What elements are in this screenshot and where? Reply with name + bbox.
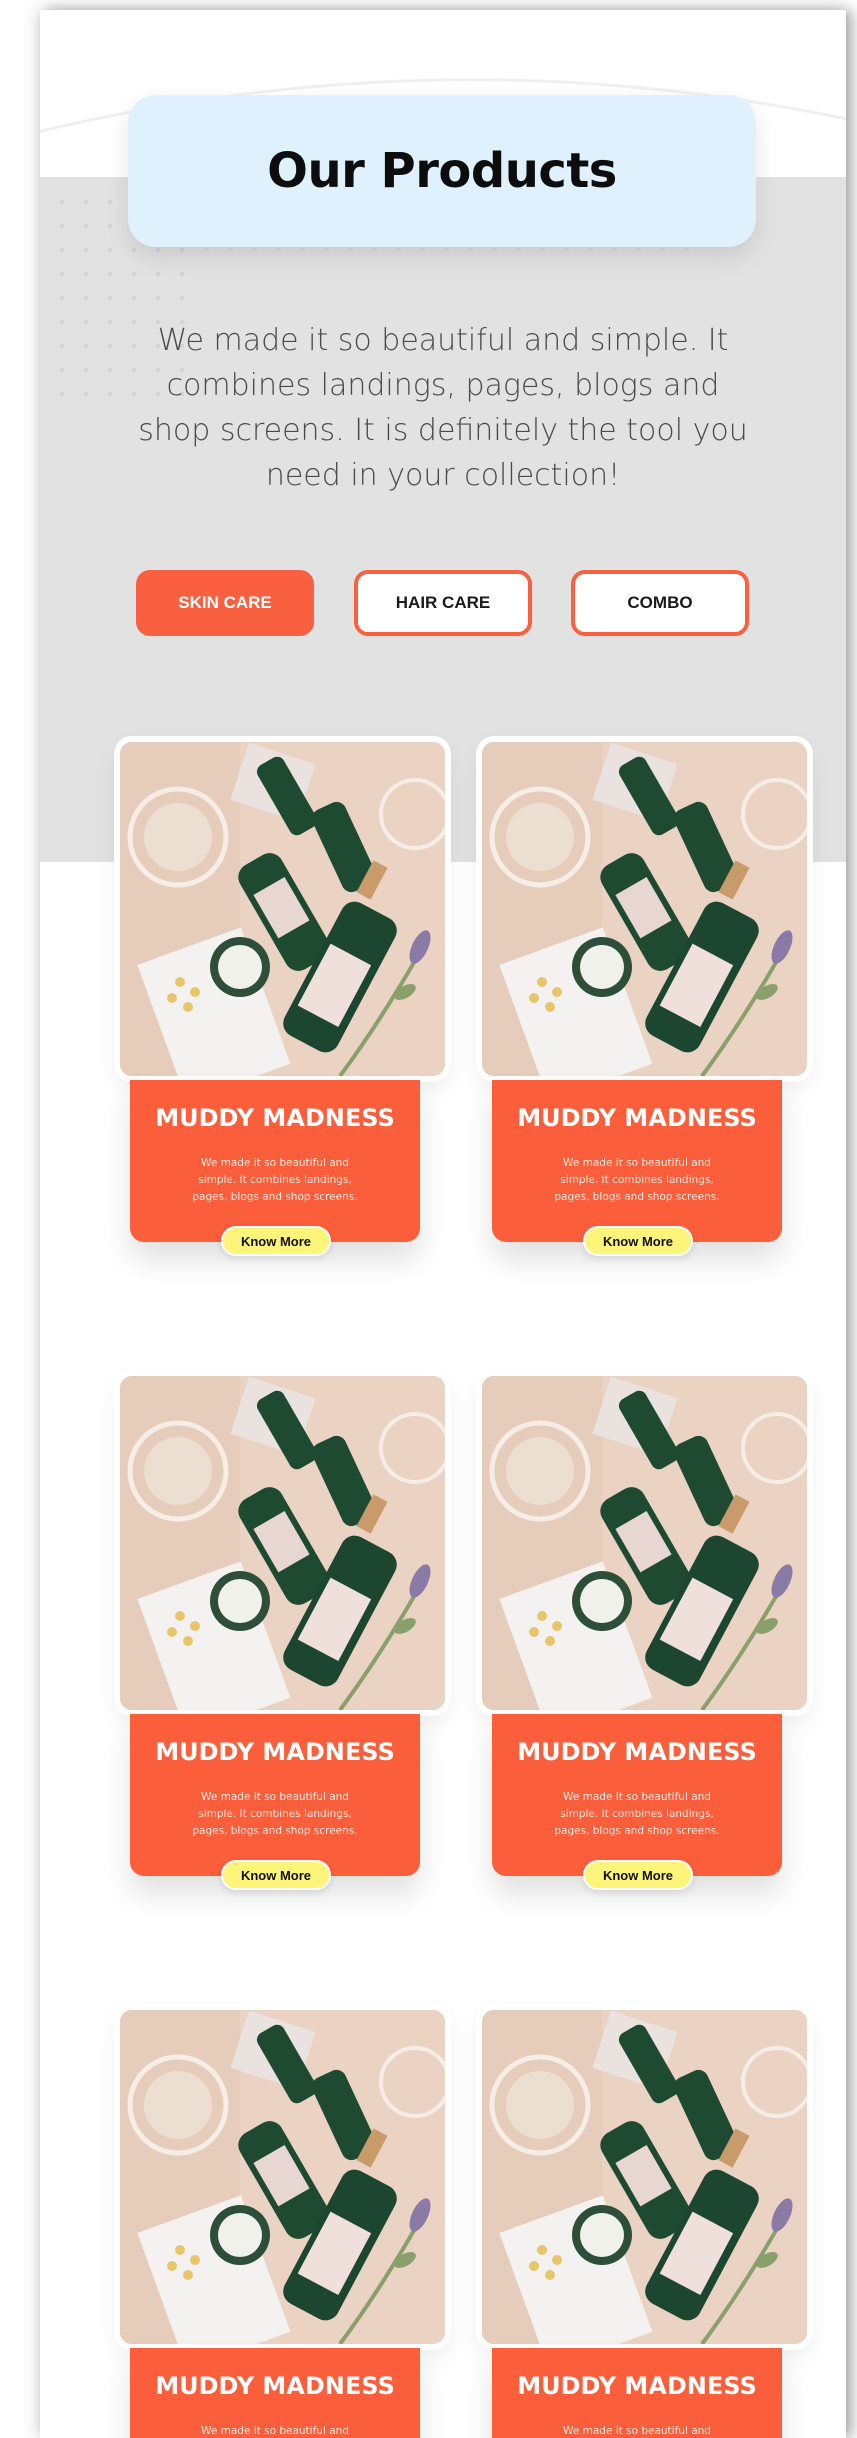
product-name: MUDDY MADNESS: [155, 2372, 395, 2400]
product-image: [120, 1376, 445, 1710]
product-info-panel: MUDDY MADNESS We made it so beautiful and…: [130, 2348, 420, 2438]
product-info-panel: MUDDY MADNESS We made it so beautiful and…: [492, 2348, 782, 2438]
know-more-button[interactable]: Know More: [221, 1226, 331, 1256]
product-card: MUDDY MADNESS We made it so beautiful and…: [482, 742, 807, 1262]
product-info-panel: MUDDY MADNESS We made it so beautiful and…: [130, 1714, 420, 1890]
product-description: We made it so beautiful and simple. It c…: [192, 1791, 358, 1837]
product-image: [120, 2010, 445, 2344]
product-info-panel: MUDDY MADNESS We made it so beautiful and…: [130, 1080, 420, 1256]
tab-combo[interactable]: COMBO: [571, 570, 749, 636]
product-description: We made it so beautiful and simple. It c…: [563, 2425, 711, 2437]
product-description: We made it so beautiful and simple. It c…: [201, 2425, 349, 2437]
product-info-panel: MUDDY MADNESS We made it so beautiful and…: [492, 1080, 782, 1256]
product-name: MUDDY MADNESS: [517, 1104, 757, 1132]
product-card: MUDDY MADNESS We made it so beautiful and…: [120, 1376, 445, 1896]
product-name: MUDDY MADNESS: [155, 1104, 395, 1132]
section-title: Our Products: [267, 143, 617, 199]
product-image: [482, 2010, 807, 2344]
products-page: Our Products We made it so beautiful and…: [40, 10, 846, 2438]
product-image: [482, 1376, 807, 1710]
know-more-button[interactable]: Know More: [221, 1860, 331, 1890]
know-more-button[interactable]: Know More: [583, 1226, 693, 1256]
product-card: MUDDY MADNESS We made it so beautiful and…: [482, 2010, 807, 2438]
product-image: [482, 742, 807, 1076]
product-name: MUDDY MADNESS: [517, 1738, 757, 1766]
product-name: MUDDY MADNESS: [155, 1738, 395, 1766]
product-card: MUDDY MADNESS We made it so beautiful and…: [482, 1376, 807, 1896]
product-description: We made it so beautiful and simple. It c…: [192, 1157, 358, 1203]
tab-hair-care[interactable]: HAIR CARE: [354, 570, 532, 636]
product-card: MUDDY MADNESS We made it so beautiful and…: [120, 2010, 445, 2438]
section-intro: We made it so beautiful and simple. It c…: [138, 323, 748, 493]
know-more-button[interactable]: Know More: [583, 1860, 693, 1890]
product-name: MUDDY MADNESS: [517, 2372, 757, 2400]
product-description: We made it so beautiful and simple. It c…: [554, 1791, 720, 1837]
product-image: [120, 742, 445, 1076]
product-description: We made it so beautiful and simple. It c…: [554, 1157, 720, 1203]
product-card: MUDDY MADNESS We made it so beautiful and…: [120, 742, 445, 1262]
title-box: Our Products: [128, 95, 756, 247]
product-info-panel: MUDDY MADNESS We made it so beautiful and…: [492, 1714, 782, 1890]
tab-skin-care[interactable]: SKIN CARE: [136, 570, 314, 636]
